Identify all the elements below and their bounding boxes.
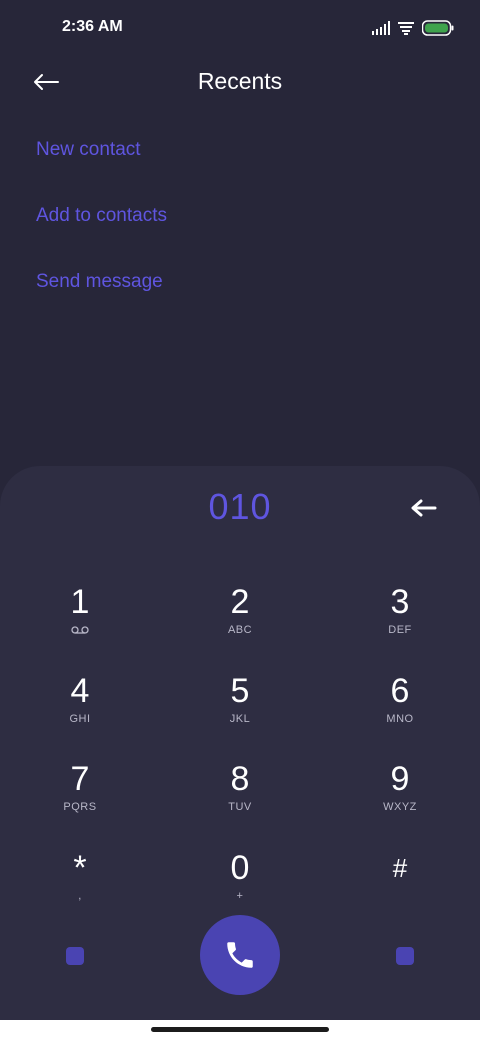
key-letters: TUV bbox=[228, 801, 252, 813]
key-letters: JKL bbox=[229, 712, 251, 725]
key-digit: 4 bbox=[70, 671, 90, 710]
backspace-button[interactable] bbox=[404, 490, 444, 526]
key-letters: DEF bbox=[388, 624, 412, 636]
key-1[interactable]: 1 bbox=[0, 576, 160, 665]
key-9[interactable]: 9 WXYZ bbox=[320, 753, 480, 842]
status-icons bbox=[372, 18, 454, 38]
key-digit: * bbox=[73, 848, 87, 887]
key-digit: 0 bbox=[230, 848, 250, 887]
dialpad-bottom-row bbox=[0, 915, 480, 997]
wifi-icon bbox=[398, 21, 414, 35]
key-digit: 1 bbox=[70, 583, 90, 621]
key-letters: MNO bbox=[386, 712, 414, 725]
signal-icon bbox=[372, 21, 390, 35]
key-7[interactable]: 7 PQRS bbox=[0, 753, 160, 842]
home-indicator[interactable] bbox=[151, 1027, 329, 1032]
dialpad: 010 1 2 ABC 3 DEF 4 GHI 5 JKL 6 MNO 7 PQ… bbox=[0, 466, 480, 1022]
add-to-contacts-link[interactable]: Add to contacts bbox=[36, 196, 167, 262]
key-letters: ABC bbox=[227, 624, 253, 636]
page-title: Recents bbox=[197, 68, 283, 94]
action-list: New contact Add to contacts Send message bbox=[36, 130, 167, 328]
top-bar: Recents bbox=[0, 56, 480, 108]
key-8[interactable]: 8 TUV bbox=[160, 753, 320, 842]
key-digit: 8 bbox=[230, 760, 250, 798]
key-digit: 6 bbox=[390, 671, 410, 710]
key-digit: 9 bbox=[390, 760, 410, 798]
key-letters: WXYZ bbox=[383, 801, 417, 813]
key-digit: 5 bbox=[230, 671, 250, 710]
new-contact-link[interactable]: New contact bbox=[36, 130, 167, 196]
left-action-button[interactable] bbox=[66, 947, 84, 965]
send-message-link[interactable]: Send message bbox=[36, 262, 167, 328]
key-2[interactable]: 2 ABC bbox=[160, 576, 320, 665]
voicemail-icon bbox=[71, 626, 89, 634]
key-digit: 2 bbox=[230, 583, 250, 621]
key-letters: , bbox=[78, 889, 82, 902]
key-4[interactable]: 4 GHI bbox=[0, 665, 160, 754]
key-letters: PQRS bbox=[63, 801, 97, 813]
status-time: 2:36 AM bbox=[62, 18, 123, 35]
phone-icon bbox=[227, 942, 253, 968]
keypad: 1 2 ABC 3 DEF 4 GHI 5 JKL 6 MNO 7 PQRS 8… bbox=[0, 576, 480, 930]
key-digit: 3 bbox=[390, 583, 410, 621]
navigation-bar bbox=[0, 1020, 480, 1040]
key-6[interactable]: 6 MNO bbox=[320, 665, 480, 754]
right-action-button[interactable] bbox=[396, 947, 414, 965]
key-digit: 7 bbox=[70, 760, 90, 798]
key-digit: # bbox=[392, 852, 408, 883]
call-button[interactable] bbox=[200, 915, 280, 995]
status-bar: 2:36 AM bbox=[0, 0, 480, 56]
battery-icon bbox=[422, 20, 454, 36]
key-3[interactable]: 3 DEF bbox=[320, 576, 480, 665]
key-5[interactable]: 5 JKL bbox=[160, 665, 320, 754]
key-letters: + bbox=[236, 889, 244, 902]
backspace-arrow-icon bbox=[411, 499, 437, 517]
key-letters: GHI bbox=[69, 712, 91, 725]
